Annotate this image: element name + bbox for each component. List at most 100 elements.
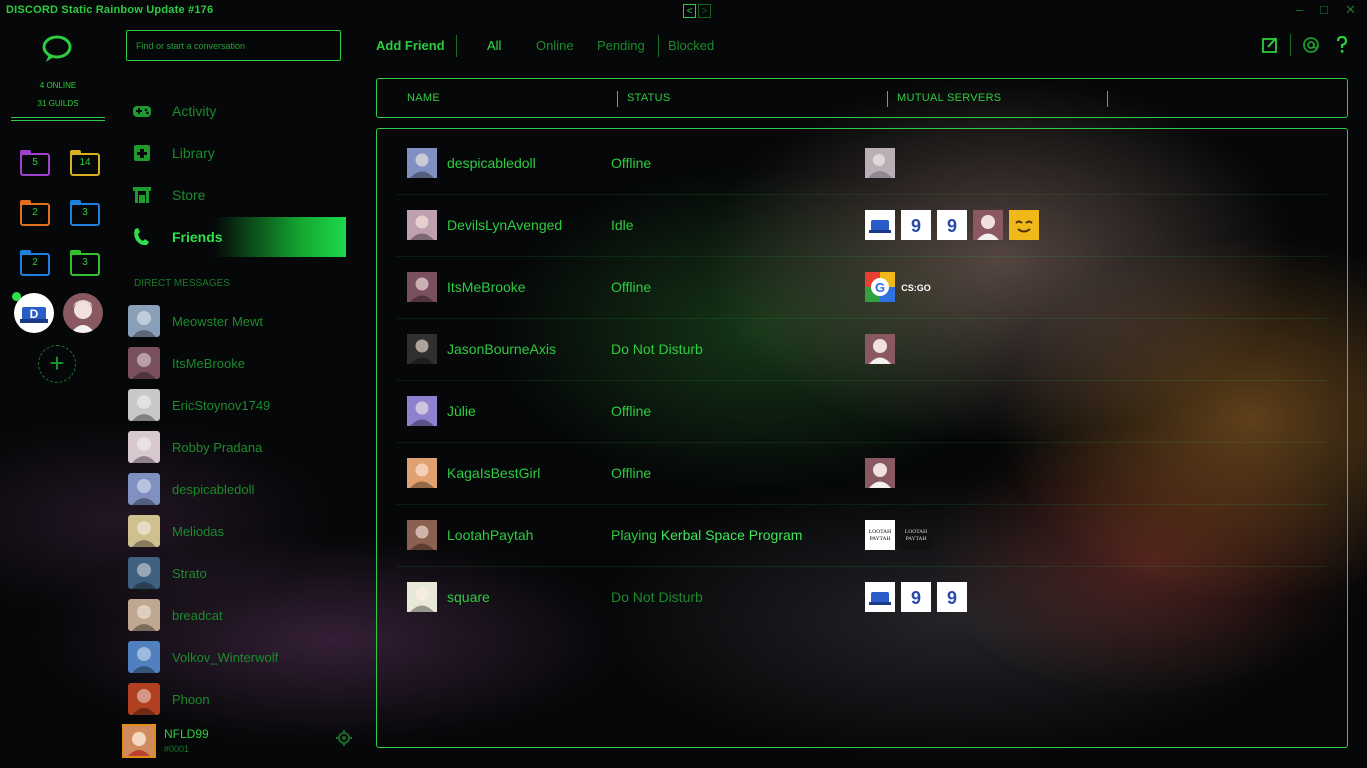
avatar[interactable] (407, 396, 437, 426)
nav-library[interactable]: Library (126, 133, 346, 173)
friend-name: KagaIsBestGirl (447, 465, 541, 481)
friend-status: Offline (611, 465, 651, 481)
anime-icon[interactable] (865, 334, 895, 364)
avatar[interactable] (407, 272, 437, 302)
lootah-black-icon[interactable]: LOOTAH PAYTAH (901, 520, 931, 550)
dm-item[interactable]: Volkov_Winterwolf (126, 637, 346, 677)
avatar-image-icon (128, 515, 160, 547)
back-button[interactable]: < (683, 4, 696, 18)
blue-logo-icon[interactable] (865, 210, 895, 240)
g9-logo-icon[interactable]: 9 (937, 582, 967, 612)
friend-row[interactable]: JasonBourneAxis Do Not Disturb (397, 318, 1327, 381)
anime-icon[interactable] (973, 210, 1003, 240)
friend-status: Offline (611, 155, 651, 171)
mentions-icon[interactable] (1302, 36, 1320, 54)
guild-folder[interactable]: 2 (20, 250, 50, 276)
friends-column-header: NAME STATUS MUTUAL SERVERS (376, 78, 1348, 118)
friend-row[interactable]: KagaIsBestGirl Offline (397, 442, 1327, 505)
dm-item[interactable]: Phoon (126, 679, 346, 719)
avatar[interactable] (407, 334, 437, 364)
tab-online[interactable]: Online (536, 38, 574, 53)
folder-count: 3 (82, 257, 88, 268)
dm-item[interactable]: ItsMeBrooke (126, 343, 346, 383)
forward-button[interactable]: > (698, 4, 711, 18)
dm-item[interactable]: breadcat (126, 595, 346, 635)
dm-item[interactable]: Strato (126, 553, 346, 593)
home-button[interactable] (40, 34, 74, 69)
friends-icon (134, 228, 149, 246)
mutual-servers: G CS:GO (865, 272, 931, 302)
csgo-logo-icon[interactable]: CS:GO (901, 272, 931, 302)
gamepad-icon (133, 106, 151, 117)
avatar-image-icon (128, 389, 160, 421)
column-name[interactable]: NAME (407, 92, 440, 104)
dm-item[interactable]: Meliodas (126, 511, 346, 551)
blue-logo-icon[interactable] (865, 582, 895, 612)
nav-friends[interactable]: Friends (126, 217, 346, 257)
svg-text:D: D (30, 307, 39, 321)
anime-icon[interactable] (865, 458, 895, 488)
maximize-button[interactable]: □ (1320, 2, 1328, 17)
avatar-image-icon (128, 641, 160, 673)
divider (1290, 34, 1291, 56)
nav-label: Activity (172, 103, 217, 119)
dm-item[interactable]: EricStoynov1749 (126, 385, 346, 425)
column-status[interactable]: STATUS (627, 92, 671, 104)
tab-pending[interactable]: Pending (597, 38, 645, 53)
svg-text:9: 9 (911, 216, 921, 236)
dm-item[interactable]: despicabledoll (126, 469, 346, 509)
tab-blocked[interactable]: Blocked (668, 38, 714, 53)
guild-icon[interactable] (63, 293, 103, 333)
friend-row[interactable]: Jùlie Offline (397, 380, 1327, 443)
username: NFLD99 (164, 727, 209, 741)
smiley-icon[interactable] (1009, 210, 1039, 240)
avatar-image-icon (407, 582, 437, 612)
avatar-image-icon (128, 557, 160, 589)
friend-row[interactable]: LootahPaytah Playing Kerbal Space Program… (397, 504, 1327, 567)
avatar[interactable] (407, 458, 437, 488)
dm-item[interactable]: Robby Pradana (126, 427, 346, 467)
avatar[interactable] (122, 724, 156, 758)
add-guild-button[interactable]: + (38, 345, 76, 383)
google-logo-icon[interactable]: G (865, 272, 895, 302)
avatar[interactable] (407, 148, 437, 178)
nav-activity[interactable]: Activity (126, 91, 346, 131)
guild-folder[interactable]: 3 (70, 250, 100, 276)
friend-name: LootahPaytah (447, 527, 534, 543)
minimize-button[interactable]: – (1296, 2, 1303, 17)
guild-sidebar: 4 ONLINE 31 GUILDS 5 14 2 3 2 3 D + (0, 22, 116, 768)
dm-item[interactable]: Meowster Mewt (126, 301, 346, 341)
mutual-servers: 99 (865, 582, 967, 612)
store-icon (133, 187, 151, 203)
search-input[interactable] (126, 30, 341, 61)
tab-all[interactable]: All (487, 38, 501, 53)
close-button[interactable]: ✕ (1345, 2, 1356, 18)
g9-logo-icon[interactable]: 9 (901, 210, 931, 240)
g9-logo-icon[interactable]: 9 (901, 582, 931, 612)
photo-gray-icon[interactable] (865, 148, 895, 178)
status-text: Idle (611, 217, 634, 233)
lootah-white-icon[interactable]: LOOTAH PAYTAH (865, 520, 895, 550)
friend-status: Idle (611, 217, 634, 233)
guild-folder[interactable]: 2 (20, 200, 50, 226)
guild-folder[interactable]: 14 (70, 150, 100, 176)
friend-row[interactable]: despicabledoll Offline (397, 132, 1327, 195)
new-group-dm-icon[interactable] (1262, 36, 1278, 54)
nav-store[interactable]: Store (126, 175, 346, 215)
settings-gear-icon[interactable] (336, 730, 352, 746)
dm-name: Volkov_Winterwolf (172, 650, 279, 665)
avatar[interactable] (407, 582, 437, 612)
friend-row[interactable]: DevilsLynAvenged Idle 9 9 (397, 194, 1327, 257)
guild-folder[interactable]: 5 (20, 150, 50, 176)
column-mutual-servers[interactable]: MUTUAL SERVERS (897, 92, 1001, 104)
g9-logo-icon[interactable]: 9 (937, 210, 967, 240)
friend-row[interactable]: square Do Not Disturb 9 9 (397, 566, 1327, 628)
guild-folder[interactable]: 3 (70, 200, 100, 226)
add-friend-button[interactable]: Add Friend (376, 38, 445, 53)
avatar[interactable] (407, 210, 437, 240)
svg-text:9: 9 (947, 216, 957, 236)
avatar[interactable] (407, 520, 437, 550)
friend-row[interactable]: ItsMeBrooke Offline G CS:GO (397, 256, 1327, 319)
help-icon[interactable] (1335, 36, 1349, 54)
dm-header: DIRECT MESSAGES (134, 278, 230, 289)
